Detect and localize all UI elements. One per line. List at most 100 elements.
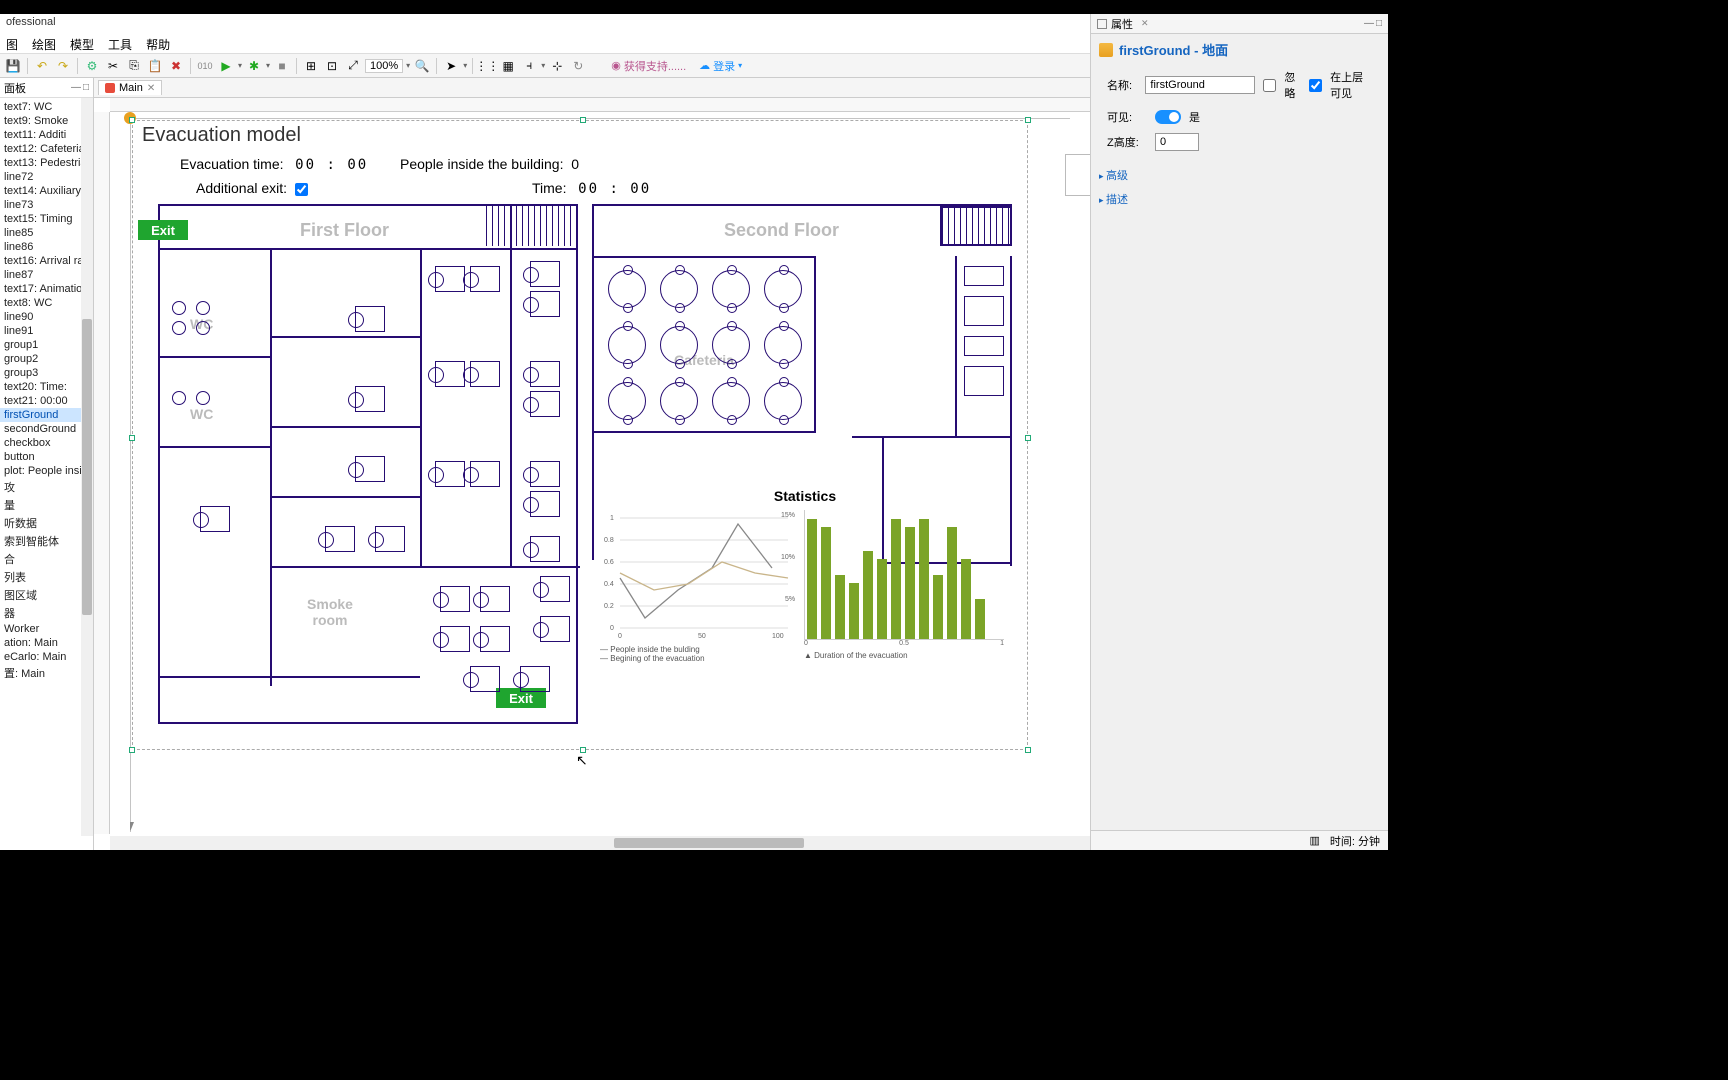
menu-model[interactable]: 模型 bbox=[70, 36, 94, 51]
tree-item[interactable]: text12: Cafeteria bbox=[0, 142, 93, 156]
model-title: Evacuation model bbox=[142, 124, 301, 147]
section-advanced[interactable]: 高级 bbox=[1091, 163, 1388, 187]
tree-item[interactable]: 列表 bbox=[0, 568, 93, 586]
minimize-icon[interactable]: — bbox=[71, 82, 81, 93]
tree-item[interactable]: line72 bbox=[0, 170, 93, 184]
svg-text:1: 1 bbox=[610, 515, 614, 522]
zoom-fit-icon[interactable]: ⤢ bbox=[344, 57, 362, 75]
ground-icon bbox=[1099, 43, 1113, 57]
tree-item[interactable]: group2 bbox=[0, 352, 93, 366]
undo-icon[interactable]: ↶ bbox=[33, 57, 51, 75]
tree-item[interactable]: 索到智能体 bbox=[0, 532, 93, 550]
tree-item[interactable]: group1 bbox=[0, 338, 93, 352]
maximize-icon[interactable]: □ bbox=[1376, 18, 1382, 29]
tree-item[interactable]: line90 bbox=[0, 310, 93, 324]
tree-item[interactable]: text7: WC bbox=[0, 100, 93, 114]
distribute-icon[interactable]: ⫞ bbox=[520, 57, 538, 75]
addexit-label: Additional exit: bbox=[196, 180, 308, 196]
name-input[interactable] bbox=[1145, 76, 1255, 94]
project-tree[interactable]: text7: WCtext9: Smoketext11: Addititext1… bbox=[0, 98, 93, 850]
support-link[interactable]: ◉ 获得支持...... bbox=[611, 58, 686, 74]
paste-icon[interactable]: 📋 bbox=[146, 57, 164, 75]
refresh-icon[interactable]: ↻ bbox=[569, 57, 587, 75]
tree-item[interactable]: text17: Animation bbox=[0, 282, 93, 296]
tree-item[interactable]: group3 bbox=[0, 366, 93, 380]
ignore-checkbox[interactable] bbox=[1263, 79, 1276, 92]
redo-icon[interactable]: ↷ bbox=[54, 57, 72, 75]
tree-item[interactable]: checkbox bbox=[0, 436, 93, 450]
tree-item[interactable]: 攻 bbox=[0, 478, 93, 496]
tree-item[interactable]: text9: Smoke bbox=[0, 114, 93, 128]
align-icon[interactable]: ▦ bbox=[499, 57, 517, 75]
close-icon[interactable]: ✕ bbox=[1141, 18, 1149, 29]
tree-item[interactable]: firstGround bbox=[0, 408, 93, 422]
zheight-label: Z高度: bbox=[1107, 134, 1147, 150]
tree-item[interactable]: button bbox=[0, 450, 93, 464]
cloud-icon: ☁ bbox=[699, 59, 710, 72]
tree-item[interactable]: text8: WC bbox=[0, 296, 93, 310]
showtop-checkbox[interactable] bbox=[1309, 79, 1322, 92]
tree-item[interactable]: text21: 00:00 bbox=[0, 394, 93, 408]
tree-item[interactable]: 听数据 bbox=[0, 514, 93, 532]
tree-item[interactable]: eCarlo: Main bbox=[0, 650, 93, 664]
tree-item[interactable]: 量 bbox=[0, 496, 93, 514]
zoom-tool-icon[interactable]: 🔍 bbox=[413, 57, 431, 75]
left-scrollbar[interactable] bbox=[81, 98, 93, 836]
grid2-icon[interactable]: ⋮⋮ bbox=[478, 57, 496, 75]
tree-item[interactable]: text20: Time: bbox=[0, 380, 93, 394]
tree-item[interactable]: line85 bbox=[0, 226, 93, 240]
cut-icon[interactable]: ✂ bbox=[104, 57, 122, 75]
section-description[interactable]: 描述 bbox=[1091, 187, 1388, 211]
stop-icon[interactable]: ■ bbox=[273, 57, 291, 75]
visible-toggle[interactable] bbox=[1155, 110, 1181, 124]
menu-tools[interactable]: 工具 bbox=[108, 36, 132, 51]
left-panel-header: 面板 — □ bbox=[0, 78, 93, 98]
tree-item[interactable]: Worker bbox=[0, 622, 93, 636]
svg-text:0.6: 0.6 bbox=[604, 559, 614, 566]
build-icon[interactable]: ⚙ bbox=[83, 57, 101, 75]
additional-exit-checkbox[interactable] bbox=[295, 183, 308, 196]
zoom-level[interactable]: 100% bbox=[365, 59, 403, 73]
svg-text:0.2: 0.2 bbox=[604, 603, 614, 610]
run-icon[interactable]: ▶ bbox=[217, 57, 235, 75]
tree-item[interactable]: secondGround bbox=[0, 422, 93, 436]
grid-icon[interactable]: ⊞ bbox=[302, 57, 320, 75]
tree-item[interactable]: text11: Additi bbox=[0, 128, 93, 142]
snap-icon[interactable]: ⊡ bbox=[323, 57, 341, 75]
tree-item[interactable]: 图区域 bbox=[0, 586, 93, 604]
copy-icon[interactable]: ⎘ bbox=[125, 57, 143, 75]
cursor-icon: ↖ bbox=[576, 752, 588, 769]
tree-item[interactable]: line87 bbox=[0, 268, 93, 282]
first-floor: First Floor Exit Exit WC WC Smoke room bbox=[158, 204, 578, 724]
maximize-icon[interactable]: □ bbox=[83, 82, 89, 93]
tree-item[interactable]: text14: Auxiliary bbox=[0, 184, 93, 198]
smoke-room-label: Smoke room bbox=[290, 596, 370, 628]
menu-draw[interactable]: 绘图 bbox=[32, 36, 56, 51]
tree-item[interactable]: plot: People insi bbox=[0, 464, 93, 478]
tree-item[interactable]: 合 bbox=[0, 550, 93, 568]
run-config-icon[interactable]: 010 bbox=[196, 57, 214, 75]
close-icon[interactable]: ✕ bbox=[147, 83, 155, 94]
tree-item[interactable]: 置: Main bbox=[0, 664, 93, 682]
tree-item[interactable]: line73 bbox=[0, 198, 93, 212]
tree-item[interactable]: line86 bbox=[0, 240, 93, 254]
property-object-title: firstGround - 地面 bbox=[1091, 34, 1388, 65]
pointer-icon[interactable]: ➤ bbox=[442, 57, 460, 75]
save-icon[interactable]: 💾 bbox=[4, 57, 22, 75]
tree-item[interactable]: text13: Pedestria bbox=[0, 156, 93, 170]
delete-icon[interactable]: ✖ bbox=[167, 57, 185, 75]
tree-item[interactable]: text15: Timing bbox=[0, 212, 93, 226]
tree-item[interactable]: ation: Main bbox=[0, 636, 93, 650]
ruler-vertical bbox=[94, 112, 110, 834]
tree-item[interactable]: 器 bbox=[0, 604, 93, 622]
zheight-input[interactable] bbox=[1155, 133, 1199, 151]
minimize-icon[interactable]: — bbox=[1364, 18, 1374, 29]
menu-help[interactable]: 帮助 bbox=[146, 36, 170, 51]
login-link[interactable]: ☁ 登录 ▾ bbox=[699, 58, 742, 74]
tab-main[interactable]: Main ✕ bbox=[98, 80, 162, 95]
tree-item[interactable]: line91 bbox=[0, 324, 93, 338]
tree-item[interactable]: text16: Arrival ra bbox=[0, 254, 93, 268]
debug-icon[interactable]: ✱ bbox=[245, 57, 263, 75]
menu-view[interactable]: 图 bbox=[6, 36, 18, 51]
group-icon[interactable]: ⊹ bbox=[548, 57, 566, 75]
